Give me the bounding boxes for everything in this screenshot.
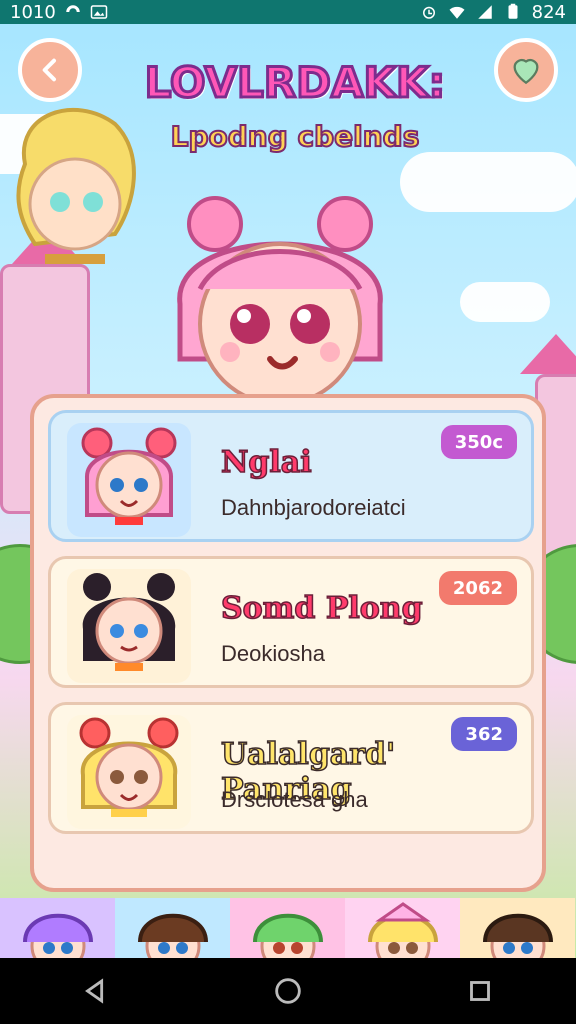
battery-icon	[508, 3, 518, 19]
avatar	[67, 569, 191, 683]
signal-icon	[477, 5, 492, 19]
app-notification-icon	[66, 5, 80, 12]
alarm-icon	[422, 6, 435, 19]
status-badge: 362	[451, 717, 517, 751]
app-title: LOVLRDAKK:	[143, 57, 447, 109]
carousel-item[interactable]	[345, 898, 460, 958]
carousel-item[interactable]	[115, 898, 230, 958]
status-time: 1010	[10, 1, 56, 23]
favorite-button[interactable]	[494, 38, 558, 102]
cloud	[400, 152, 576, 212]
character-subtitle: Deokiosha	[221, 641, 325, 666]
character-avatar-icon	[79, 717, 179, 817]
image-notification-icon	[90, 5, 108, 19]
status-badge: 2062	[438, 571, 517, 605]
house-roof	[520, 334, 576, 374]
back-nav-button[interactable]	[68, 963, 124, 1019]
carousel-item[interactable]	[230, 898, 345, 958]
carousel-item[interactable]	[460, 898, 575, 958]
avatar	[67, 423, 191, 537]
app-subtitle: Lpodng cbelnds	[170, 119, 421, 154]
character-list-panel: Nglai Dahnbjarodoreiatci 350c Somd Plong…	[30, 394, 546, 892]
recents-square-icon	[470, 981, 490, 1001]
home-nav-button[interactable]	[260, 963, 316, 1019]
navigation-bar	[0, 958, 576, 1024]
list-item[interactable]: Nglai Dahnbjarodoreiatci 350c	[48, 410, 534, 542]
character-thumbnail-icon	[22, 913, 93, 958]
character-thumbnail-icon	[252, 913, 323, 958]
status-right-text: 824	[531, 1, 566, 23]
back-button[interactable]	[18, 38, 82, 102]
home-circle-icon	[275, 978, 301, 1004]
chevron-left-icon	[42, 58, 56, 82]
heart-icon	[513, 58, 539, 85]
character-thumbnail-icon	[482, 913, 553, 958]
character-carousel	[0, 898, 576, 958]
status-bar: 1010 824	[0, 0, 576, 24]
avatar	[67, 715, 191, 829]
character-thumbnail-icon	[367, 902, 438, 958]
background-scene: LOVLRDAKK: Lpodng cbelnds Nglai Dahnbjar…	[0, 24, 576, 958]
character-avatar-icon	[81, 427, 177, 525]
character-subtitle: Dahnbjarodoreiatci	[221, 495, 406, 520]
back-triangle-icon	[85, 978, 104, 1004]
character-avatar-icon	[82, 573, 176, 671]
wifi-icon	[449, 6, 465, 19]
character-subtitle: Drsclotesa gha	[221, 787, 368, 812]
character-name: Somd Plong	[220, 590, 423, 627]
list-item[interactable]: Somd Plong Deokiosha 2062	[48, 556, 534, 688]
carousel-item[interactable]	[0, 898, 115, 958]
background-character	[16, 107, 136, 264]
status-badge: 350c	[440, 425, 517, 459]
list-item[interactable]: Ualalgard' Panriag Drsclotesa gha 362	[48, 702, 534, 834]
recents-nav-button[interactable]	[452, 963, 508, 1019]
character-thumbnail-icon	[137, 913, 208, 958]
character-name: Nglai	[220, 444, 312, 481]
cloud	[460, 282, 550, 322]
